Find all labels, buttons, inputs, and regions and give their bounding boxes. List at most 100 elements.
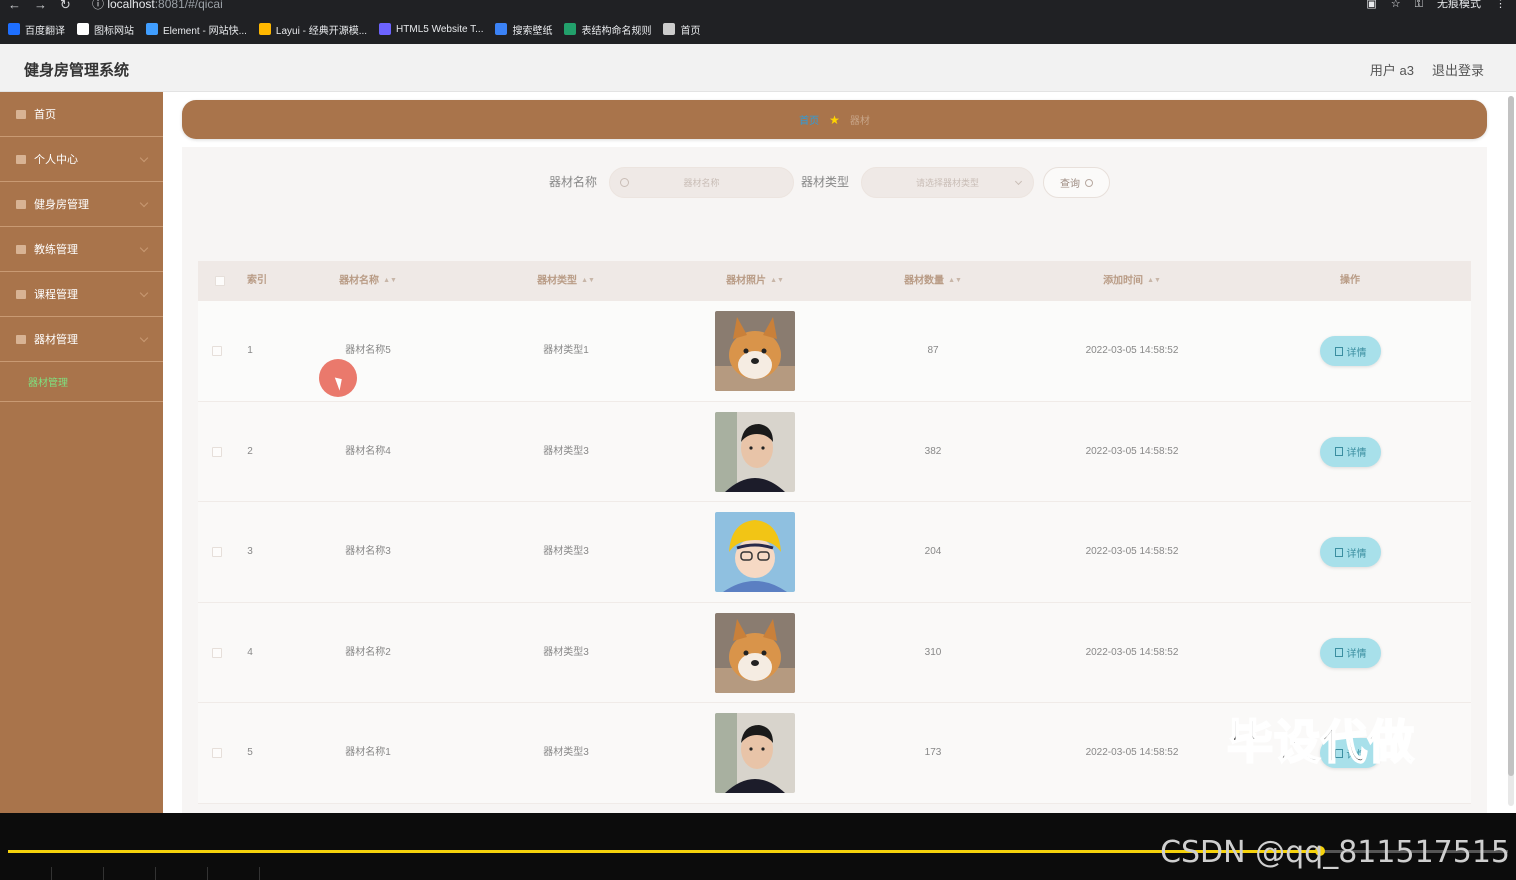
col-quantity[interactable]: 器材数量 ▲▼	[873, 261, 993, 301]
bookmark-favicon-icon	[379, 23, 392, 35]
watermark-text: 毕设代做	[1226, 714, 1415, 770]
cell-name: 器材名称3	[345, 546, 391, 557]
bookmark-item[interactable]: 首页	[663, 22, 700, 37]
bookmark-item[interactable]: 表结构命名规则	[564, 22, 651, 37]
forward-icon[interactable]: →	[34, 0, 47, 11]
sidebar-item-label: 课程管理	[34, 289, 78, 301]
document-icon	[1334, 346, 1343, 356]
bookmark-item[interactable]: HTML5 Website T...	[379, 23, 483, 35]
chevron-down-icon	[139, 333, 149, 343]
sidebar-item-coach-management[interactable]: 教练管理	[0, 227, 163, 272]
col-index: 索引	[247, 275, 267, 286]
col-type[interactable]: 器材类型 ▲▼	[506, 261, 626, 301]
menu-dots-icon[interactable]: ⋮	[1495, 0, 1506, 10]
url-bar[interactable]: ← → ↻ ⓘ localhost:8081/#/qicai ▣ ☆ ⚿ 无痕模…	[0, 0, 1516, 14]
select-all-checkbox[interactable]	[215, 276, 225, 286]
col-action: 操作	[1340, 275, 1360, 286]
url-text[interactable]: ⓘ localhost:8081/#/qicai	[92, 0, 223, 10]
table-row: 1 器材名称5 器材类型1 87 2022-03-05 14:58:52 详情	[198, 301, 1471, 402]
row-checkbox[interactable]	[212, 346, 222, 356]
bookmark-favicon-icon	[8, 23, 20, 35]
sidebar-item-course-management[interactable]: 课程管理	[0, 272, 163, 317]
chevron-down-icon	[139, 198, 149, 208]
incognito-label[interactable]: 无痕模式	[1437, 0, 1481, 10]
sort-icon: ▲▼	[948, 277, 962, 284]
cell-quantity: 382	[924, 445, 942, 457]
sort-icon: ▲▼	[581, 277, 595, 284]
cell-index: 4	[247, 646, 253, 658]
translate-icon[interactable]: ▣	[1366, 0, 1376, 10]
scrollbar[interactable]	[1508, 96, 1514, 806]
cell-quantity: 173	[924, 747, 942, 758]
sidebar-item-home[interactable]: 首页	[0, 92, 163, 137]
sidebar-item-label: 教练管理	[34, 244, 78, 256]
chevron-down-icon	[139, 288, 149, 298]
bookmark-item[interactable]: 搜索壁纸	[495, 22, 552, 37]
cell-type: 器材类型3	[543, 546, 589, 557]
cell-added: 2022-03-05 14:58:52	[1085, 747, 1179, 758]
row-checkbox[interactable]	[212, 547, 222, 557]
sort-icon: ▲▼	[770, 277, 784, 284]
sidebar-item-personal-center[interactable]: 个人中心	[0, 137, 163, 182]
equipment-photo	[715, 311, 795, 391]
scrollbar-thumb[interactable]	[1508, 96, 1514, 776]
bookmark-star-icon[interactable]: ☆	[1391, 0, 1401, 10]
search-icon	[620, 178, 629, 187]
row-checkbox[interactable]	[212, 647, 222, 658]
type-label: 器材类型	[801, 175, 850, 189]
equipment-photo	[715, 411, 795, 492]
name-label: 器材名称	[549, 175, 598, 189]
col-photo[interactable]: 器材照片 ▲▼	[695, 261, 815, 301]
cell-type: 器材类型1	[543, 345, 589, 356]
bookmark-item[interactable]: 百度翻译	[8, 22, 65, 37]
bookmark-favicon-icon	[258, 23, 271, 35]
col-added[interactable]: 添加时间 ▲▼	[1072, 261, 1192, 301]
breadcrumb-home[interactable]: 首页	[799, 112, 819, 127]
sidebar-subitem-equipment[interactable]: 器材管理	[0, 362, 163, 402]
star-icon: ★	[829, 112, 840, 127]
search-form: 器材名称 器材名称 器材类型 请选择器材类型 查询	[182, 164, 1487, 198]
chevron-down-icon	[139, 243, 149, 253]
bookmark-item[interactable]: 图标网站	[77, 22, 134, 37]
col-name[interactable]: 器材名称 ▲▼	[308, 261, 428, 301]
bookmark-favicon-icon	[663, 23, 676, 35]
logout-link[interactable]: 退出登录	[1432, 60, 1484, 79]
sidebar-item-gym-management[interactable]: 健身房管理	[0, 182, 163, 227]
cell-quantity: 204	[924, 546, 942, 557]
sidebar-item-label: 个人中心	[34, 154, 78, 166]
detail-button[interactable]: 详情	[1320, 336, 1381, 366]
table-row: 4 器材名称2 器材类型3 310 2022-03-05 14:58:52 详情	[198, 602, 1471, 703]
sort-icon: ▲▼	[1147, 277, 1161, 284]
bookmarks-bar: 百度翻译 图标网站 Element - 网站快... Layui - 经典开源模...…	[0, 18, 700, 40]
key-icon[interactable]: ⚿	[1415, 0, 1423, 10]
sidebar-item-equipment-management[interactable]: 器材管理	[0, 317, 163, 362]
video-player-bar: CSDN @qq_811517515	[0, 813, 1516, 880]
equipment-photo	[715, 612, 795, 693]
name-search-input[interactable]: 器材名称	[609, 167, 794, 198]
row-checkbox[interactable]	[212, 748, 222, 758]
breadcrumb: 首页 ★ 器材	[182, 100, 1487, 139]
cell-type: 器材类型3	[543, 747, 589, 758]
bookmark-favicon-icon	[146, 23, 158, 35]
cell-added: 2022-03-05 14:58:52	[1085, 445, 1179, 457]
sidebar: 首页 个人中心 健身房管理 教练管理 课程管理 器材管理 器材管理	[0, 92, 163, 813]
detail-button[interactable]: 详情	[1320, 436, 1381, 467]
type-select[interactable]: 请选择器材类型	[861, 167, 1034, 198]
document-icon	[1334, 547, 1343, 557]
menu-icon	[16, 154, 26, 164]
back-icon[interactable]: ←	[8, 0, 21, 11]
video-progress[interactable]	[8, 850, 1320, 853]
detail-button[interactable]: 详情	[1320, 637, 1381, 668]
reload-icon[interactable]: ↻	[60, 0, 71, 11]
sidebar-item-label: 健身房管理	[34, 199, 89, 211]
detail-button[interactable]: 详情	[1320, 537, 1381, 567]
row-checkbox[interactable]	[212, 446, 222, 457]
cell-added: 2022-03-05 14:58:52	[1085, 345, 1179, 356]
bookmark-item[interactable]: Layui - 经典开源模...	[258, 22, 367, 37]
query-button[interactable]: 查询	[1043, 167, 1110, 198]
user-label[interactable]: 用户 a3	[1370, 60, 1414, 79]
equipment-photo	[715, 512, 795, 592]
sidebar-item-label: 器材管理	[34, 334, 78, 346]
menu-icon	[16, 244, 26, 254]
bookmark-item[interactable]: Element - 网站快...	[146, 22, 247, 37]
